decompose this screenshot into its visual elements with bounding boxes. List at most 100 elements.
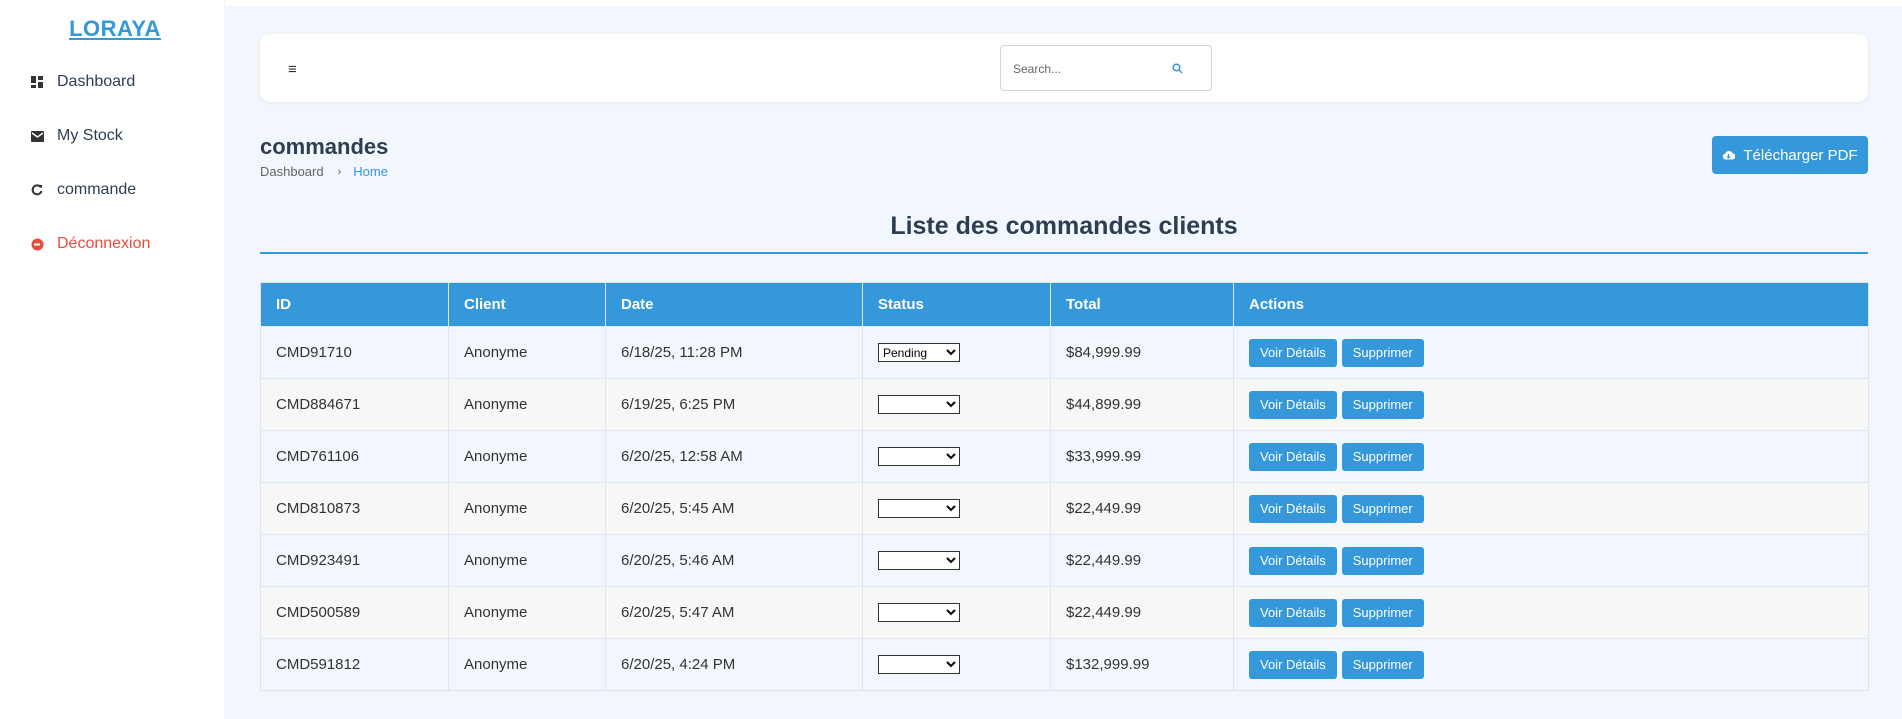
view-details-button[interactable]: Voir Détails bbox=[1249, 338, 1337, 367]
sidebar-item-label: Dashboard bbox=[57, 73, 136, 90]
actions-cell: Voir Détails Supprimer bbox=[1233, 638, 1869, 691]
status-cell bbox=[862, 638, 1051, 691]
status-select[interactable] bbox=[878, 499, 960, 518]
total-cell: $44,899.99 bbox=[1050, 378, 1234, 431]
status-select[interactable] bbox=[878, 655, 960, 674]
actions-cell: Voir Détails Supprimer bbox=[1233, 430, 1869, 483]
order-id-cell: CMD761106 bbox=[260, 430, 449, 483]
title-divider bbox=[260, 252, 1868, 254]
sidebar-item-label: Déconnexion bbox=[57, 235, 151, 252]
actions-cell: Voir Détails Supprimer bbox=[1233, 586, 1869, 639]
sidebar-item-my-stock[interactable]: My Stock bbox=[30, 127, 123, 145]
order-id-cell: CMD923491 bbox=[260, 534, 449, 587]
status-cell bbox=[862, 534, 1051, 587]
delete-button[interactable]: Supprimer bbox=[1341, 546, 1424, 575]
date-cell: 6/18/25, 11:28 PM bbox=[605, 326, 863, 379]
table-row: CMD761106 Anonyme 6/20/25, 12:58 AM $33,999… bbox=[260, 430, 1869, 483]
view-details-button[interactable]: Voir Détails bbox=[1249, 598, 1337, 627]
actions-cell: Voir Détails Supprimer bbox=[1233, 482, 1869, 535]
sidebar-item-commande[interactable]: commande bbox=[30, 181, 136, 199]
delete-button[interactable]: Supprimer bbox=[1341, 338, 1424, 367]
breadcrumb-item-home[interactable]: Home bbox=[353, 164, 388, 179]
column-header-status: Status bbox=[862, 282, 1051, 327]
delete-button[interactable]: Supprimer bbox=[1341, 494, 1424, 523]
main-content: ≡ commandes Dashboard › Home Télécharger… bbox=[224, 6, 1902, 719]
delete-button[interactable]: Supprimer bbox=[1341, 598, 1424, 627]
date-cell: 6/20/25, 5:45 AM bbox=[605, 482, 863, 535]
page-title: commandes bbox=[260, 134, 389, 159]
total-cell: $22,449.99 bbox=[1050, 586, 1234, 639]
client-cell: Anonyme bbox=[448, 586, 606, 639]
sidebar-item-label: My Stock bbox=[57, 127, 123, 144]
order-id-cell: CMD884671 bbox=[260, 378, 449, 431]
total-cell: $22,449.99 bbox=[1050, 534, 1234, 587]
download-pdf-button[interactable]: Télécharger PDF bbox=[1712, 136, 1868, 174]
delete-button[interactable]: Supprimer bbox=[1341, 390, 1424, 419]
view-details-button[interactable]: Voir Détails bbox=[1249, 650, 1337, 679]
table-row: CMD884671 Anonyme 6/19/25, 6:25 PM $44,899.… bbox=[260, 378, 1869, 431]
table-row: CMD91710 Anonyme 6/18/25, 11:28 PM Pending $… bbox=[260, 326, 1869, 379]
sidebar-item-label: commande bbox=[57, 181, 137, 198]
date-cell: 6/20/25, 5:46 AM bbox=[605, 534, 863, 587]
date-cell: 6/19/25, 6:25 PM bbox=[605, 378, 863, 431]
order-id-cell: CMD591812 bbox=[260, 638, 449, 691]
actions-cell: Voir Détails Supprimer bbox=[1233, 534, 1869, 587]
column-header-id: ID bbox=[260, 282, 449, 327]
status-select[interactable] bbox=[878, 447, 960, 466]
order-id-cell: CMD500589 bbox=[260, 586, 449, 639]
client-cell: Anonyme bbox=[448, 326, 606, 379]
table-row: CMD591812 Anonyme 6/20/25, 4:24 PM $132,999… bbox=[260, 638, 1869, 691]
client-cell: Anonyme bbox=[448, 638, 606, 691]
date-cell: 6/20/25, 12:58 AM bbox=[605, 430, 863, 483]
column-header-total: Total bbox=[1050, 282, 1234, 327]
hamburger-icon[interactable]: ≡ bbox=[288, 61, 297, 78]
status-select[interactable] bbox=[878, 551, 960, 570]
order-id-cell: CMD810873 bbox=[260, 482, 449, 535]
table-header-row: ID Client Date Status Total Actions bbox=[260, 282, 1869, 327]
column-header-date: Date bbox=[605, 282, 863, 327]
cloud-download-icon bbox=[1722, 150, 1736, 160]
breadcrumb: Dashboard › Home bbox=[260, 164, 388, 179]
date-cell: 6/20/25, 4:24 PM bbox=[605, 638, 863, 691]
total-cell: $22,449.99 bbox=[1050, 482, 1234, 535]
actions-cell: Voir Détails Supprimer bbox=[1233, 326, 1869, 379]
search-input[interactable] bbox=[1011, 58, 1165, 80]
table-row: CMD500589 Anonyme 6/20/25, 5:47 AM $22,449.… bbox=[260, 586, 1869, 639]
actions-cell: Voir Détails Supprimer bbox=[1233, 378, 1869, 431]
total-cell: $33,999.99 bbox=[1050, 430, 1234, 483]
download-pdf-label: Télécharger PDF bbox=[1743, 146, 1858, 164]
status-select[interactable] bbox=[878, 395, 960, 414]
chevron-right-icon: › bbox=[337, 165, 342, 178]
table-row: CMD810873 Anonyme 6/20/25, 5:45 AM $22,449.… bbox=[260, 482, 1869, 535]
client-cell: Anonyme bbox=[448, 378, 606, 431]
view-details-button[interactable]: Voir Détails bbox=[1249, 442, 1337, 471]
date-cell: 6/20/25, 5:47 AM bbox=[605, 586, 863, 639]
sidebar-item-logout[interactable]: Déconnexion bbox=[30, 235, 150, 253]
client-cell: Anonyme bbox=[448, 534, 606, 587]
search-box bbox=[1000, 45, 1212, 91]
table-row: CMD923491 Anonyme 6/20/25, 5:46 AM $22,449.… bbox=[260, 534, 1869, 587]
column-header-client: Client bbox=[448, 282, 606, 327]
status-cell bbox=[862, 586, 1051, 639]
sidebar: LORAYA Dashboard My Stock commande Décon… bbox=[0, 0, 225, 719]
delete-button[interactable]: Supprimer bbox=[1341, 650, 1424, 679]
status-select[interactable] bbox=[878, 603, 960, 622]
breadcrumb-item-dashboard[interactable]: Dashboard bbox=[260, 164, 324, 179]
top-bar: ≡ bbox=[260, 34, 1868, 102]
app-logo[interactable]: LORAYA bbox=[0, 16, 230, 42]
logout-icon bbox=[30, 237, 44, 251]
view-details-button[interactable]: Voir Détails bbox=[1249, 390, 1337, 419]
column-header-actions: Actions bbox=[1233, 282, 1869, 327]
order-id-cell: CMD91710 bbox=[260, 326, 449, 379]
sidebar-item-dashboard[interactable]: Dashboard bbox=[30, 73, 135, 91]
client-cell: Anonyme bbox=[448, 482, 606, 535]
view-details-button[interactable]: Voir Détails bbox=[1249, 494, 1337, 523]
delete-button[interactable]: Supprimer bbox=[1341, 442, 1424, 471]
status-cell: Pending bbox=[862, 326, 1051, 379]
view-details-button[interactable]: Voir Détails bbox=[1249, 546, 1337, 575]
stock-icon bbox=[30, 129, 44, 143]
search-icon[interactable] bbox=[1172, 61, 1183, 79]
status-select[interactable]: Pending bbox=[878, 343, 960, 362]
status-cell bbox=[862, 482, 1051, 535]
client-cell: Anonyme bbox=[448, 430, 606, 483]
